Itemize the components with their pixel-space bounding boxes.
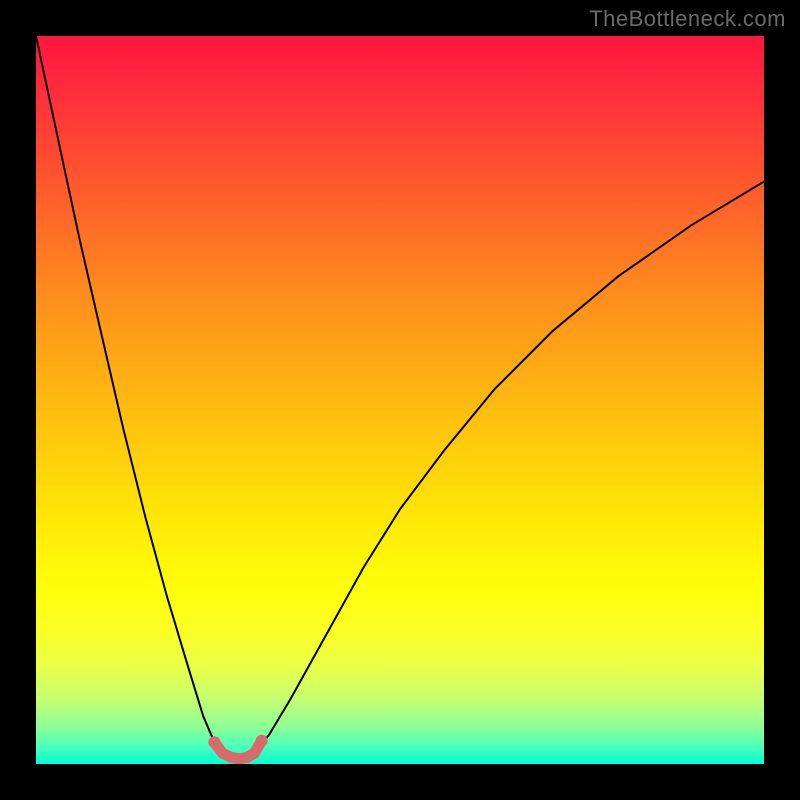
chart-container: TheBottleneck.com <box>0 0 800 800</box>
plot-area <box>36 36 764 764</box>
bottleneck-curve <box>36 36 764 764</box>
bead-dot <box>249 748 259 758</box>
bead-dot <box>256 735 268 747</box>
bead-dot <box>226 752 236 762</box>
bead-dot <box>208 736 220 748</box>
watermark-text: TheBottleneck.com <box>589 6 786 32</box>
